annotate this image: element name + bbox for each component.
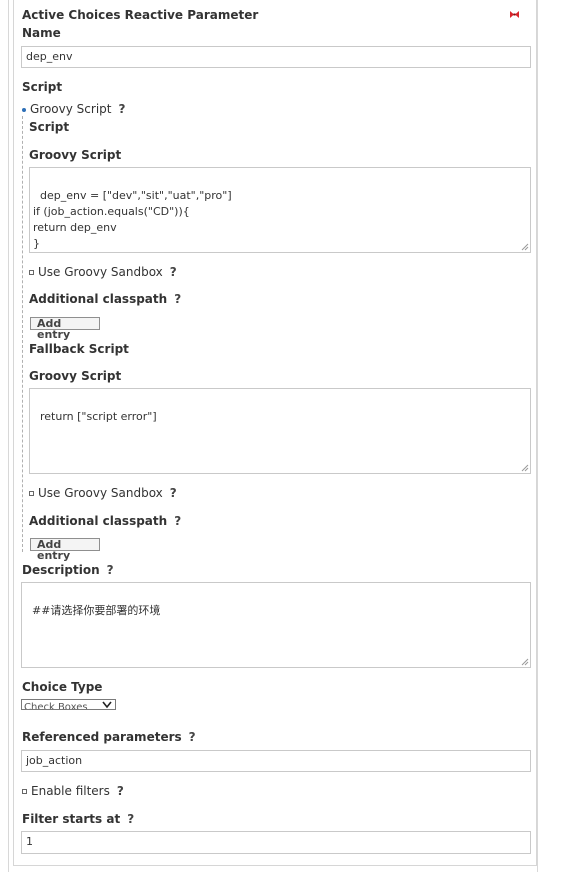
script-label: Script [22, 80, 63, 94]
resize-grip-icon[interactable] [521, 243, 529, 251]
script-section-rule [22, 116, 23, 552]
help-icon[interactable]: ? [118, 102, 125, 116]
description-label: Description? [22, 563, 114, 577]
referenced-parameters-label: Referenced parameters? [22, 730, 196, 744]
help-icon[interactable]: ? [174, 292, 181, 306]
groovy-script-radio-label: Groovy Script [30, 102, 112, 116]
fallback-add-entry-button[interactable]: Add entry [30, 538, 100, 561]
help-icon[interactable]: ? [170, 486, 177, 500]
choice-type-label: Choice Type [22, 680, 103, 694]
fallback-use-groovy-sandbox-checkbox[interactable]: Use Groovy Sandbox? [29, 486, 177, 500]
chevron-down-icon [102, 701, 112, 709]
checkbox-icon [29, 270, 34, 275]
fallback-script-code: return ["script error"] [40, 410, 157, 423]
filter-starts-at-label: Filter starts at? [22, 812, 135, 826]
help-icon[interactable]: ? [170, 265, 177, 279]
frame-left-border [8, 0, 9, 872]
groovy-script-label: Groovy Script [29, 148, 122, 162]
enable-filters-checkbox[interactable]: Enable filters? [22, 784, 124, 798]
add-entry-button[interactable]: Add entry [30, 317, 100, 340]
frame-right-border [537, 0, 538, 872]
fallback-script-textarea[interactable]: return ["script error"] [29, 388, 531, 474]
groovy-script-radio[interactable]: Groovy Script? [22, 102, 125, 116]
resize-grip-icon[interactable] [521, 658, 529, 666]
help-icon[interactable]: ? [189, 730, 196, 744]
description-textarea[interactable]: ##请选择你要部署的环境 [21, 582, 531, 668]
enable-filters-label: Enable filters [31, 784, 110, 798]
additional-classpath-label: Additional classpath? [29, 292, 182, 306]
fallback-additional-classpath-label: Additional classpath? [29, 514, 182, 528]
fallback-script-label: Fallback Script [29, 342, 129, 356]
resize-grip-icon[interactable] [521, 464, 529, 472]
name-input[interactable]: dep_env [21, 46, 531, 68]
filter-starts-at-input[interactable]: 1 [21, 831, 531, 854]
checkbox-icon [29, 491, 34, 496]
help-icon[interactable]: ? [174, 514, 181, 528]
help-icon[interactable]: ? [117, 784, 124, 798]
choice-type-selected: Check Boxes [24, 702, 88, 710]
name-label: Name [22, 26, 61, 40]
use-groovy-sandbox-checkbox[interactable]: Use Groovy Sandbox? [29, 265, 177, 279]
groovy-script-textarea[interactable]: dep_env = ["dev","sit","uat","pro"] if (… [29, 167, 531, 253]
choice-type-select[interactable]: Check Boxes [21, 699, 116, 710]
parameter-title: Active Choices Reactive Parameter [22, 8, 259, 22]
radio-selected-icon [22, 107, 26, 112]
referenced-parameters-input[interactable]: job_action [21, 750, 531, 772]
help-icon[interactable]: ? [127, 812, 134, 826]
help-icon[interactable]: ? [107, 563, 114, 577]
use-groovy-sandbox-label: Use Groovy Sandbox [38, 265, 163, 279]
description-text: ##请选择你要部署的环境 [32, 604, 161, 617]
fallback-use-groovy-sandbox-label: Use Groovy Sandbox [38, 486, 163, 500]
checkbox-icon [22, 789, 27, 794]
fallback-groovy-script-label: Groovy Script [29, 369, 122, 383]
delete-icon[interactable] [509, 8, 520, 19]
script-subheading: Script [29, 120, 70, 134]
groovy-script-code: dep_env = ["dev","sit","uat","pro"] if (… [33, 189, 232, 250]
